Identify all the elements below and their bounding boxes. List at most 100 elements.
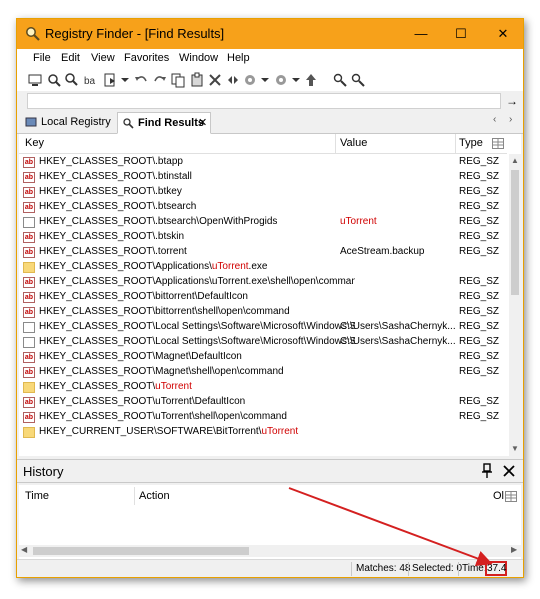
folder-icon (23, 427, 35, 438)
status-time-label: Time: (462, 563, 487, 574)
replace-icon[interactable]: ba (83, 72, 99, 88)
redo-icon[interactable] (152, 72, 168, 88)
type-cell: REG_SZ (459, 156, 500, 167)
column-separator[interactable] (455, 134, 456, 154)
table-row[interactable]: ab HKEY_CLASSES_ROOT\uTorrent\shell\open\… (19, 410, 507, 425)
column-chooser-icon[interactable] (505, 491, 517, 502)
table-row[interactable]: HKEY_CLASSES_ROOT\uTorrent (19, 380, 507, 395)
table-row[interactable]: ab HKEY_CLASSES_ROOT\.btkey REG_SZ (19, 185, 507, 200)
find-value-icon[interactable] (350, 72, 366, 88)
table-row[interactable]: ab HKEY_CLASSES_ROOT\bittorrent\shell\ope… (19, 305, 507, 320)
value-text: AceStream.backup (340, 246, 425, 257)
table-row[interactable]: HKEY_CLASSES_ROOT\.btsearch\OpenWithProg… (19, 215, 507, 230)
export-icon[interactable] (102, 72, 118, 88)
dropdown-icon[interactable] (117, 72, 133, 88)
menu-edit[interactable]: Edit (61, 52, 80, 64)
maximize-button[interactable]: ☐ (441, 19, 481, 49)
column-separator[interactable] (134, 487, 135, 505)
value-cell: C:\Users\SashaChernyk... (340, 336, 455, 347)
close-button[interactable]: ✕ (483, 19, 523, 49)
column-key[interactable]: Key (25, 137, 44, 149)
find-icon[interactable] (46, 72, 62, 88)
column-time[interactable]: Time (25, 490, 49, 502)
column-action[interactable]: Action (139, 490, 170, 502)
computer-icon[interactable] (27, 72, 43, 88)
table-row[interactable]: ab HKEY_CLASSES_ROOT\.torrent AceStream.ba… (19, 245, 507, 260)
table-row[interactable]: ab HKEY_CLASSES_ROOT\bittorrent\DefaultIc… (19, 290, 507, 305)
menu-file[interactable]: File (33, 52, 51, 64)
table-row[interactable]: ab HKEY_CLASSES_ROOT\.btapp REG_SZ (19, 155, 507, 170)
dropdown-icon[interactable] (288, 72, 304, 88)
go-arrow-icon[interactable]: → (505, 93, 519, 109)
scroll-down-icon[interactable]: ▼ (509, 442, 521, 456)
table-row[interactable]: HKEY_CURRENT_USER\SOFTWARE\BitTorrent\uT… (19, 425, 507, 440)
table-row[interactable]: HKEY_CLASSES_ROOT\Local Settings\Softwar… (19, 335, 507, 350)
bookmark-icon[interactable] (242, 72, 258, 88)
dropdown-icon[interactable] (257, 72, 273, 88)
scroll-right-icon[interactable]: ▶ (511, 545, 517, 554)
menu-favorites[interactable]: Favorites (124, 52, 169, 64)
value-match-highlight: uTorrent (340, 216, 377, 227)
menu-window[interactable]: Window (179, 52, 218, 64)
key-cell: HKEY_CLASSES_ROOT\.btkey (39, 186, 355, 197)
find-key-icon[interactable] (332, 72, 348, 88)
key-text: HKEY_CLASSES_ROOT\.btapp (39, 156, 183, 167)
key-text: HKEY_CLASSES_ROOT\Local Settings\Softwar… (39, 336, 355, 347)
column-chooser-icon[interactable] (492, 138, 504, 149)
copy-icon[interactable] (170, 72, 186, 88)
horizontal-scrollbar[interactable]: ◀ ▶ (19, 545, 521, 557)
delete-icon[interactable] (207, 72, 223, 88)
find-next-icon[interactable] (64, 72, 80, 88)
column-separator[interactable] (335, 134, 336, 154)
key-cell: HKEY_CLASSES_ROOT\.btinstall (39, 171, 355, 182)
key-text: HKEY_CLASSES_ROOT\.btsearch (39, 201, 197, 212)
column-type[interactable]: Type (459, 137, 483, 149)
table-row[interactable]: ab HKEY_CLASSES_ROOT\Magnet\DefaultIcon RE… (19, 350, 507, 365)
menu-view[interactable]: View (91, 52, 115, 64)
scroll-thumb[interactable] (33, 547, 249, 555)
key-cell: HKEY_CLASSES_ROOT\.btapp (39, 156, 355, 167)
paste-icon[interactable] (189, 72, 205, 88)
table-row[interactable]: ab HKEY_CLASSES_ROOT\uTorrent\DefaultIcon… (19, 395, 507, 410)
table-row[interactable]: ab HKEY_CLASSES_ROOT\.btinstall REG_SZ (19, 170, 507, 185)
table-row[interactable]: HKEY_CLASSES_ROOT\Local Settings\Softwar… (19, 320, 507, 335)
tab-local-registry[interactable]: Local Registry (23, 112, 113, 134)
undo-icon[interactable] (133, 72, 149, 88)
tab-label: Find Results (138, 117, 205, 129)
column-value[interactable]: Value (340, 137, 367, 149)
string-value-icon: ab (23, 292, 35, 303)
minimize-button[interactable]: — (401, 19, 441, 49)
pin-icon[interactable] (479, 462, 495, 480)
key-text: HKEY_CLASSES_ROOT\.btsearch\OpenWithProg… (39, 216, 278, 227)
column-ol[interactable]: Ol (493, 490, 504, 502)
tab-scroll-left-icon[interactable]: ‹ (493, 114, 496, 125)
scroll-thumb[interactable] (511, 170, 519, 295)
refresh-icon[interactable] (225, 72, 241, 88)
table-row[interactable]: ab HKEY_CLASSES_ROOT\Applications\uTorren… (19, 275, 507, 290)
up-arrow-icon[interactable] (303, 72, 319, 88)
key-match-highlight: uTorrent (261, 426, 299, 437)
svg-text:ba: ba (84, 76, 96, 87)
key-text: HKEY_CLASSES_ROOT\bittorrent\DefaultIcon (39, 291, 248, 302)
tab-find-results[interactable]: Find Results ✕ (117, 112, 211, 134)
scroll-up-icon[interactable]: ▲ (509, 154, 521, 168)
folder-icon (23, 382, 35, 393)
table-row[interactable]: ab HKEY_CLASSES_ROOT\.btsearch REG_SZ (19, 200, 507, 215)
scroll-left-icon[interactable]: ◀ (21, 545, 27, 554)
favorites-icon[interactable] (273, 72, 289, 88)
title-bar[interactable]: Registry Finder - [Find Results] — ☐ ✕ (17, 19, 523, 49)
value-cell: AceStream.backup (340, 246, 455, 257)
tab-close-icon[interactable]: ✕ (198, 113, 207, 133)
table-row[interactable]: ab HKEY_CLASSES_ROOT\.btskin REG_SZ (19, 230, 507, 245)
value-cell: uTorrent (340, 216, 455, 227)
menu-help[interactable]: Help (227, 52, 250, 64)
close-icon[interactable] (501, 462, 517, 480)
key-cell: HKEY_CLASSES_ROOT\bittorrent\shell\open\… (39, 306, 355, 317)
tab-scroll-right-icon[interactable]: › (509, 114, 512, 125)
status-time-value: 37.4 (485, 561, 507, 576)
key-cell: HKEY_CLASSES_ROOT\uTorrent (39, 381, 355, 392)
vertical-scrollbar[interactable]: ▲ ▼ (509, 154, 521, 456)
address-bar[interactable] (27, 93, 501, 109)
table-row[interactable]: ab HKEY_CLASSES_ROOT\Magnet\shell\open\co… (19, 365, 507, 380)
table-row[interactable]: HKEY_CLASSES_ROOT\Applications\uTorrent.… (19, 260, 507, 275)
